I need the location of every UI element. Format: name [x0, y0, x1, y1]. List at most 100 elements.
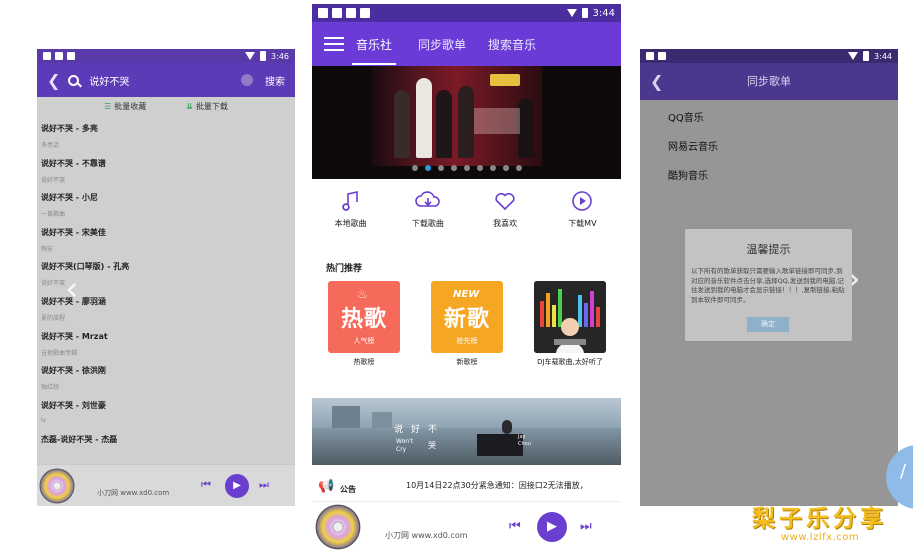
tab-sync-playlist[interactable]: 同步歌单 — [418, 24, 466, 65]
batch-download-label: 批量下载 — [195, 102, 228, 111]
play-button[interactable]: ▶ — [225, 474, 249, 498]
song-item[interactable]: 说好不哭 - 刘世豪 lv — [41, 400, 291, 435]
back-arrow-icon[interactable]: ❮ — [47, 71, 60, 90]
banner-caption-2: Won't — [396, 438, 414, 445]
download-mv-button[interactable]: 下载MV — [544, 190, 621, 229]
banner-dot[interactable] — [489, 165, 496, 171]
song-item[interactable]: 说好不哭 - 小尼 一首歌曲 — [41, 192, 291, 227]
dj-equalizer-icon — [534, 281, 606, 353]
batch-collect-button[interactable]: ☰ 批量收藏 — [104, 101, 146, 119]
qq-music-item[interactable]: QQ音乐 — [668, 109, 704, 124]
song-title: 说好不哭 - 多亮 — [41, 124, 98, 133]
kugou-music-item[interactable]: 酷狗音乐 — [668, 167, 708, 182]
player-site-text: 小刀网 www.xd0.com — [385, 531, 468, 540]
cloud-download-icon — [415, 191, 440, 207]
tab-search-music[interactable]: 搜索音乐 — [488, 24, 536, 65]
netease-music-item[interactable]: 网易云音乐 — [668, 138, 718, 153]
song-item[interactable]: 说好不哭 - 宋美佳 陶安 — [41, 227, 291, 262]
search-button[interactable]: 搜索 — [265, 73, 285, 88]
carousel-prev-arrow-icon[interactable]: ‹ — [65, 269, 79, 309]
arrow-up-icon: / — [900, 461, 907, 482]
banner-dot[interactable] — [476, 165, 483, 171]
next-icon[interactable]: ⏭ — [259, 478, 269, 492]
hot-songs-card[interactable]: ♨ 热歌 人气榜 — [328, 281, 400, 353]
banner-dot[interactable] — [424, 165, 431, 171]
tip-dialog: 温馨提示 以下所有的歌单获取只需要输入歌单链接即可同步,到对应的音乐软件点击分享… — [685, 229, 852, 341]
dialog-title: 温馨提示 — [746, 243, 791, 256]
banner-dot[interactable] — [463, 165, 470, 171]
batch-actions: ☰ 批量收藏 ⇊ 批量下载 — [37, 101, 295, 119]
banner-dot[interactable] — [515, 165, 522, 171]
banner-dot[interactable] — [450, 165, 457, 171]
promo-banner[interactable] — [312, 66, 621, 179]
page-header: ❮ 同步歌单 — [640, 63, 898, 100]
dialog-ok-button[interactable]: 确定 — [747, 317, 789, 332]
quick-actions: 本地歌曲 下载歌曲 我喜欢 下载MV — [312, 190, 621, 229]
hot-card-title: 热歌 — [340, 307, 387, 332]
dj-songs-card[interactable] — [534, 281, 606, 353]
notice-bar[interactable]: 📢 公告 10月14日22点30分紧急通知：因接口2无法播放， — [312, 477, 621, 501]
song-artist: 陶安 — [41, 245, 54, 253]
favorites-label: 我喜欢 — [493, 219, 518, 228]
banner-image — [372, 66, 542, 166]
next-icon[interactable]: ⏭ — [580, 519, 592, 534]
back-arrow-icon[interactable]: ❮ — [650, 63, 663, 100]
download-songs-label: 下载歌曲 — [411, 219, 444, 228]
search-input[interactable]: 说好不哭 — [89, 73, 241, 88]
song-title: 说好不哭 - Mrzat — [41, 331, 108, 341]
play-button[interactable]: ▶ — [537, 512, 567, 542]
music-home-phone: 3:44 音乐社 同步歌单 搜索音乐 本地歌曲 下载歌曲 我喜欢 下载MV 热门… — [312, 4, 621, 557]
banner-caption-6: Chou — [518, 441, 531, 447]
album-cd-icon[interactable] — [315, 504, 361, 550]
search-bar: ❮ 说好不哭 搜索 — [37, 63, 295, 97]
banner-dot[interactable] — [411, 165, 418, 171]
menu-icon[interactable] — [324, 33, 344, 55]
batch-download-button[interactable]: ⇊ 批量下载 — [186, 101, 228, 119]
banner-caption-1: 说好不 — [394, 425, 446, 435]
hot-card-subtitle: 人气榜 — [353, 337, 375, 345]
piano-image — [477, 434, 523, 456]
song-title: 说好不哭 - 宋美佳 — [41, 227, 106, 237]
wifi-icon — [566, 9, 577, 17]
section-title: 热门推荐 — [326, 264, 363, 274]
megaphone-icon: 📢 — [318, 479, 335, 494]
status-bar: 3:44 — [640, 49, 898, 63]
watermark-url: www.lzlfx.com — [781, 532, 860, 543]
player-site-text: 小刀网 www.xd0.com — [97, 489, 170, 497]
page-title: 同步歌单 — [747, 75, 791, 88]
jay-chou-banner[interactable]: 说好不 Won't Cry 哭 Jay Chou — [312, 398, 621, 465]
local-songs-button[interactable]: 本地歌曲 — [312, 190, 389, 229]
watermark-logo: 梨子乐分享 — [752, 506, 887, 532]
tab-music-community[interactable]: 音乐社 — [352, 24, 397, 65]
download-songs-button[interactable]: 下载歌曲 — [389, 190, 466, 229]
song-artist: 多亮话 — [41, 142, 60, 149]
favorites-button[interactable]: 我喜欢 — [467, 190, 544, 229]
play-circle-icon — [572, 191, 593, 211]
banner-dot[interactable] — [502, 165, 509, 171]
song-item[interactable]: 说好不哭 - Mrzat 吉他歌曲专辑 — [41, 331, 291, 366]
album-cd-icon[interactable] — [39, 468, 75, 504]
song-title: 杰磊-说好不哭 - 杰磊 — [41, 435, 118, 445]
wifi-icon — [245, 52, 256, 60]
dialog-body: 以下所有的歌单获取只需要输入歌单链接即可同步,到对应的音乐软件点击分享,选择QQ… — [691, 267, 845, 304]
status-bar: 3:44 — [312, 4, 621, 22]
new-card-title: 新歌 — [443, 307, 490, 332]
previous-icon[interactable]: ⏮ — [201, 478, 211, 492]
notification-icon — [318, 8, 328, 18]
song-item[interactable]: 说好不哭 - 不靠谱 说好不哭 — [41, 158, 291, 193]
song-title: 说好不哭 - 刘世豪 — [41, 400, 106, 410]
mini-player: 小刀网 www.xd0.com ⏮ ▶ ⏭ — [312, 501, 621, 557]
banner-dot[interactable] — [437, 165, 444, 171]
banner-caption-3: Cry — [396, 446, 407, 453]
song-item[interactable]: 说好不哭 - 徐洪刚 独红院 — [41, 365, 291, 400]
music-note-icon — [341, 191, 358, 211]
song-artist: 说好不哭 — [41, 176, 66, 184]
song-artist: 夏的旅程 — [41, 314, 66, 322]
status-time: 3:46 — [271, 51, 289, 61]
banner-caption-5: Jay — [518, 434, 526, 440]
clear-icon[interactable] — [241, 74, 253, 86]
battery-icon — [863, 51, 870, 61]
new-songs-card[interactable]: NEW 新歌 抢先榜 — [431, 281, 503, 353]
song-item[interactable]: 说好不哭 - 多亮 多亮话 — [41, 123, 291, 158]
previous-icon[interactable]: ⏮ — [509, 519, 521, 534]
